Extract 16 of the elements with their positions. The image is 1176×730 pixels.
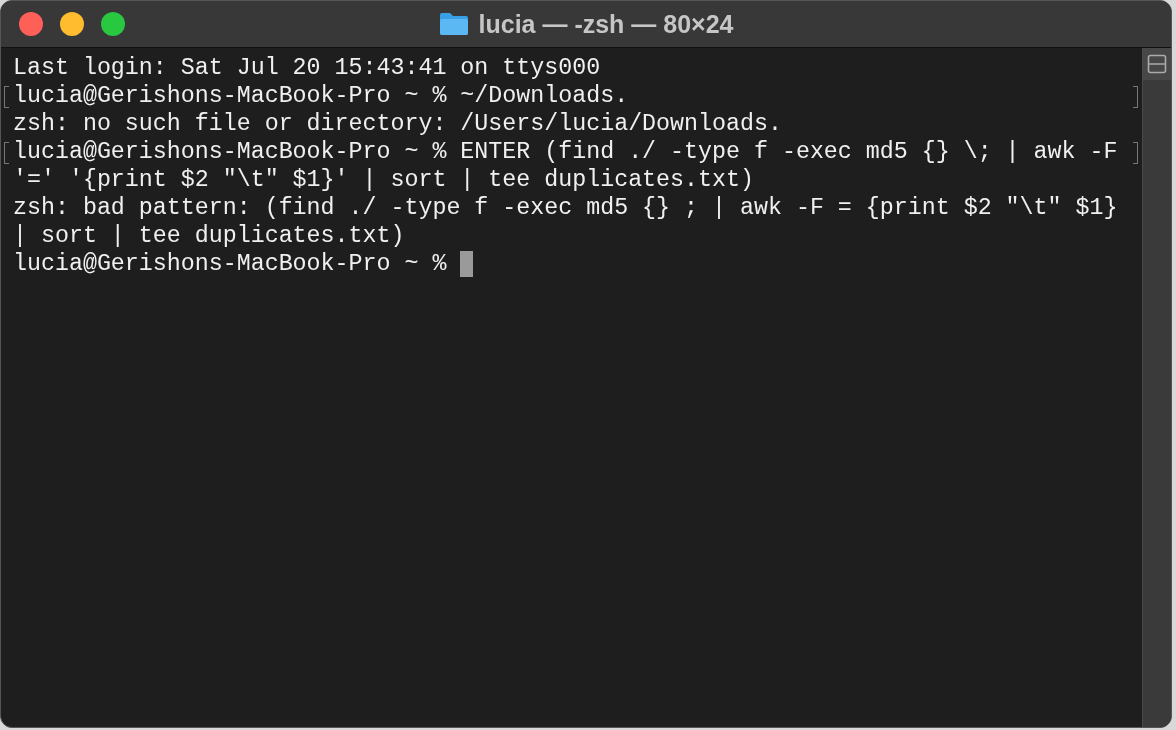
window-title: lucia — -zsh — 80×24 <box>478 9 734 39</box>
scroll-bar[interactable] <box>1142 48 1171 727</box>
minimize-button[interactable] <box>60 12 84 36</box>
terminal-line: lucia@Gerishons-MacBook-Pro ~ % <box>13 250 448 278</box>
close-button[interactable] <box>19 12 43 36</box>
folder-icon <box>438 12 469 36</box>
split-icon <box>1147 54 1167 74</box>
terminal-line: Last login: Sat Jul 20 15:43:41 on ttys000 <box>13 54 601 82</box>
terminal-line: zsh: no such file or directory: /Users/lucia/Downloads. <box>13 110 782 138</box>
terminal-line: lucia@Gerishons-MacBook-Pro ~ % ~/Downloads. <box>13 82 629 110</box>
terminal-line: zsh: bad pattern: (find ./ -type f -exec md5 {} ; | awk -F = {print $2 "\t" $1} <box>13 194 1118 222</box>
split-pane-button[interactable] <box>1143 48 1171 80</box>
terminal-line: '=' '{print $2 "\t" $1}' | sort | tee duplicates.txt) <box>13 166 754 194</box>
terminal-line: lucia@Gerishons-MacBook-Pro ~ % ENTER (find ./ -type f -exec md5 {} \; | awk -F <box>13 138 1118 166</box>
terminal-line: | sort | tee duplicates.txt) <box>13 222 405 250</box>
zoom-button[interactable] <box>101 12 125 36</box>
